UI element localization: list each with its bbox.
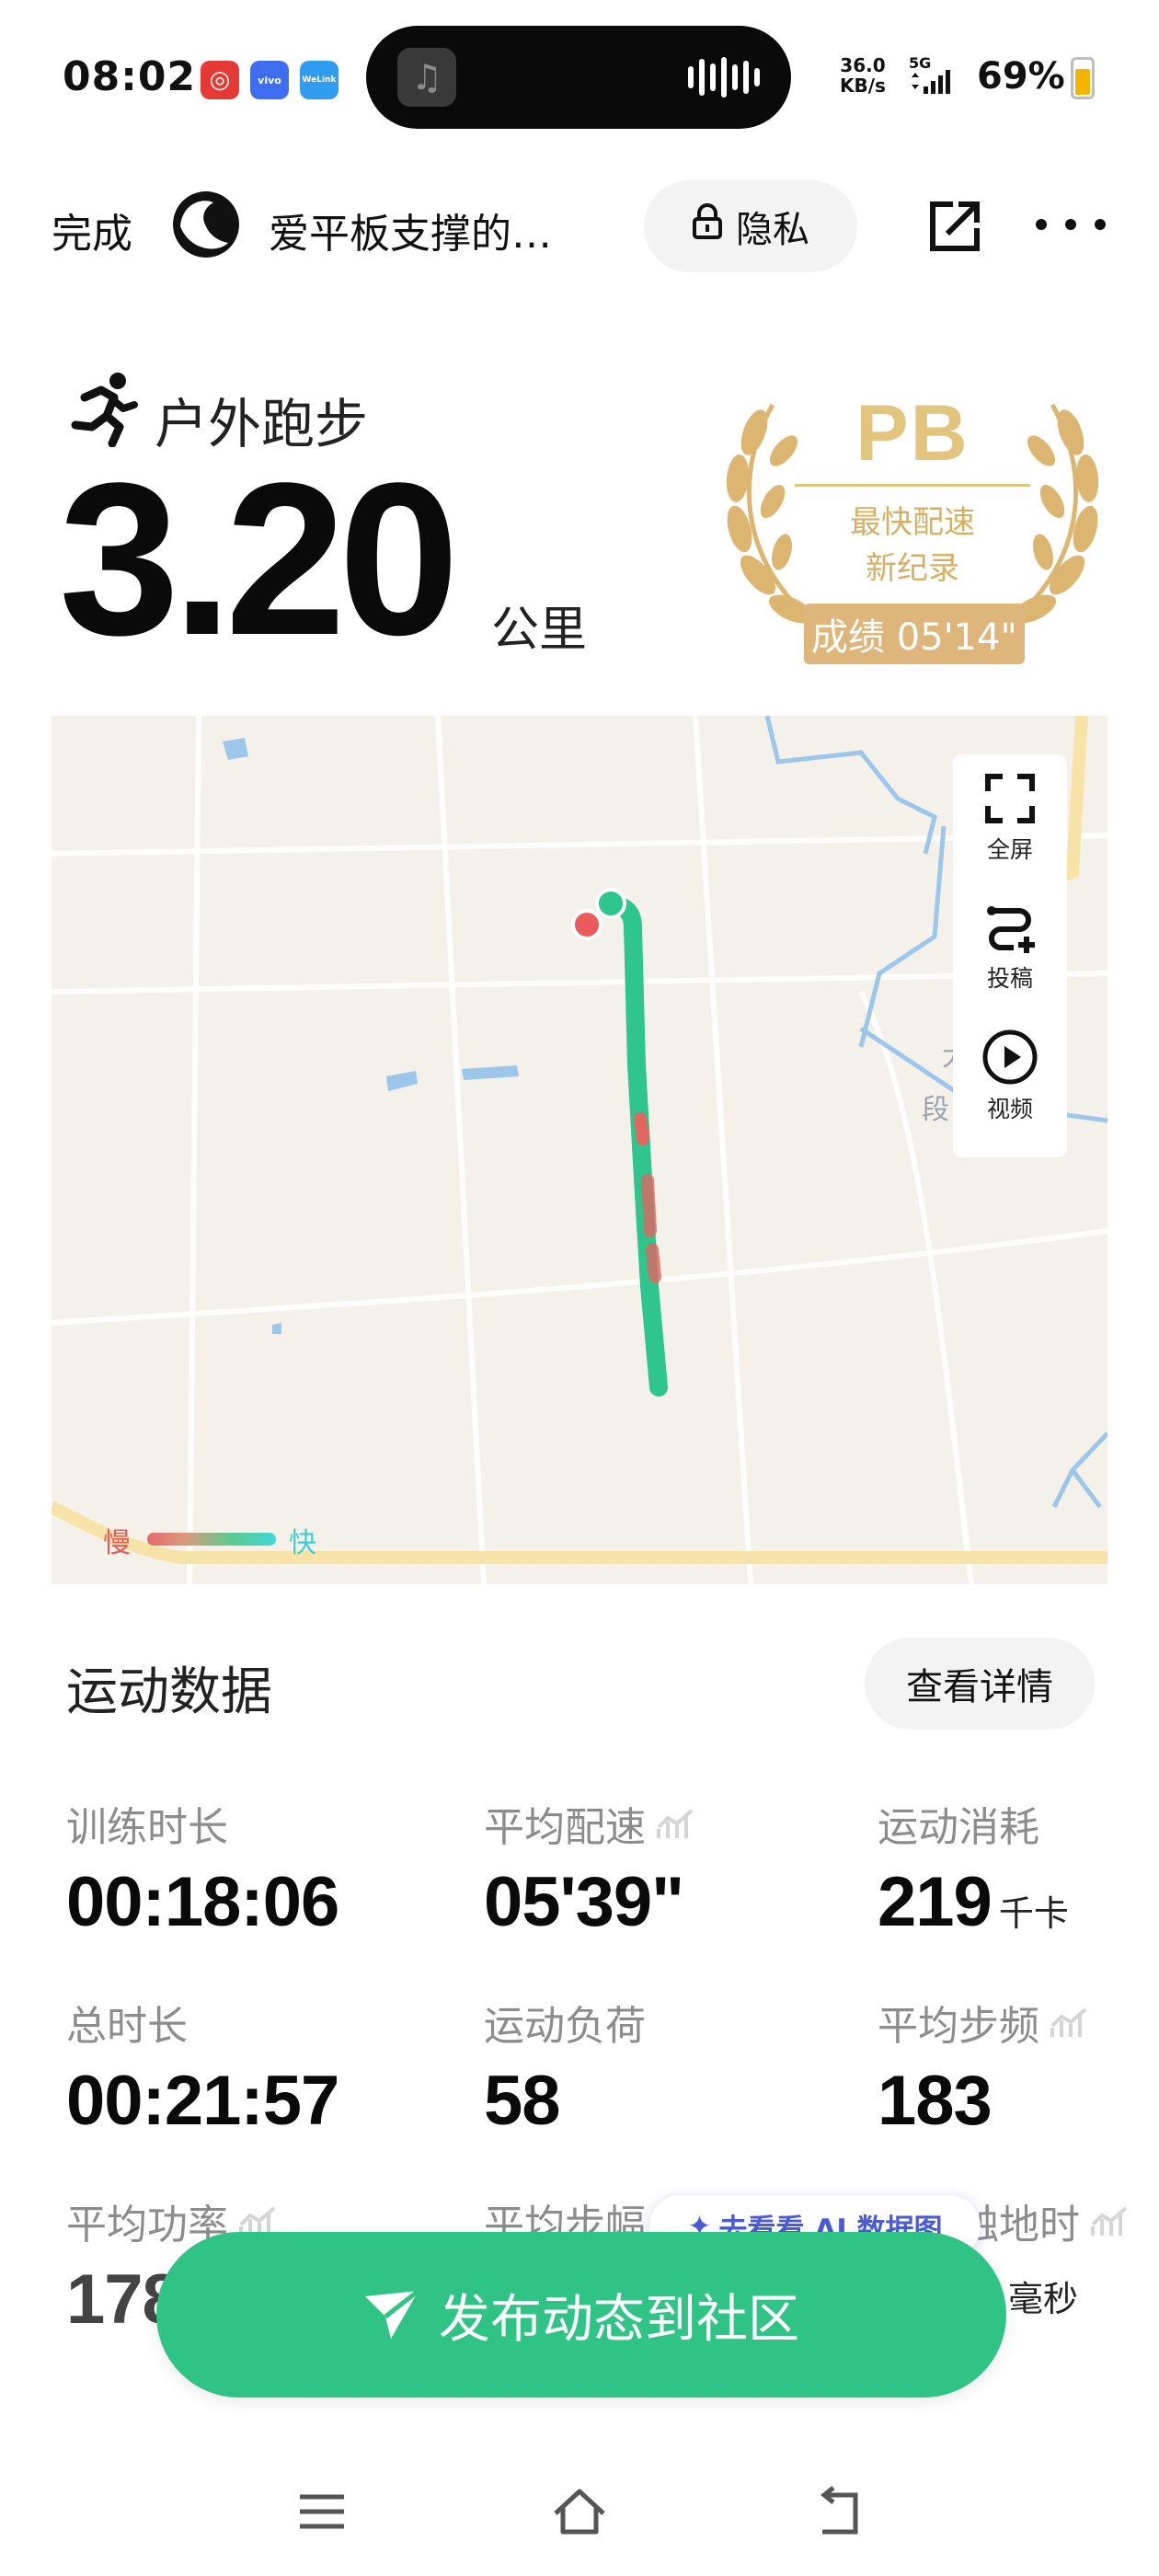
fullscreen-button[interactable]: 全屏 (953, 754, 1067, 881)
network-type-label: 5G (909, 54, 931, 72)
play-icon (982, 1029, 1038, 1085)
metric-value: 58 (484, 2062, 561, 2140)
system-nav-bar (0, 2466, 1159, 2558)
metric-label: 运动消耗 (878, 1804, 1039, 1851)
welink-icon: WeLink (300, 61, 339, 99)
route-submit-icon (987, 906, 1035, 953)
workout-result-screen: 08:02 ◎ vivo WeLink ♫ 36.0 KB/s 5G 69% 完… (0, 0, 1159, 2576)
battery-icon (1071, 57, 1095, 99)
vivo-app-icon: vivo (250, 61, 289, 99)
music-note-icon: ♫ (397, 48, 456, 107)
battery-fill (1075, 69, 1090, 95)
metric-value: 219 (878, 1863, 993, 1941)
route-slow-segment (634, 1112, 649, 1145)
submit-label: 投稿 (986, 965, 1033, 992)
trend-chart-icon (1091, 2206, 1128, 2236)
metric-label: 平均配速 (484, 1804, 646, 1851)
submit-route-button[interactable]: 投稿 (953, 883, 1067, 1010)
metric-unit: 千卡 (998, 1893, 1069, 1934)
more-options-icon[interactable] (1036, 195, 1106, 254)
fullscreen-icon (985, 774, 1035, 823)
running-icon (66, 370, 140, 448)
pb-title: PB (855, 389, 970, 477)
workout-distance: 3.20 (59, 438, 459, 681)
status-time: 08:02 (63, 53, 197, 100)
distance-unit: 公里 (491, 603, 588, 658)
signal-5g-icon: 5G (907, 53, 951, 98)
metric-cadence[interactable]: 平均步频 183 (878, 1993, 1089, 2141)
done-button[interactable]: 完成 (52, 201, 132, 259)
home-icon[interactable] (550, 2482, 609, 2541)
metric-training-duration[interactable]: 训练时长 00:18:06 (66, 1794, 339, 1942)
metric-value: 00:18:06 (66, 1863, 339, 1941)
network-speed-value: 36.0 (840, 54, 886, 76)
route-path (600, 894, 668, 1397)
publish-to-community-button[interactable]: 发布动态到社区 (156, 2232, 1006, 2398)
publish-label: 发布动态到社区 (439, 2289, 799, 2350)
map-canvas: 大 段 (52, 716, 1107, 1584)
back-icon[interactable] (809, 2482, 868, 2541)
network-speed-unit: KB/s (840, 75, 886, 97)
trend-chart-icon (1050, 2007, 1087, 2037)
route-slow-segment (641, 1174, 657, 1237)
pb-divider (795, 484, 1030, 487)
privacy-label: 隐私 (736, 209, 809, 251)
menu-icon[interactable] (293, 2482, 351, 2541)
pb-subtitle-1: 最快配速 (850, 504, 975, 541)
status-bar: 08:02 ◎ vivo WeLink ♫ 36.0 KB/s 5G 69% (0, 0, 1159, 156)
route-map[interactable]: 大 段 全屏 投稿 (52, 716, 1107, 1584)
metric-value: 05'39" (484, 1863, 684, 1941)
pb-subtitle-2: 新纪录 (866, 550, 959, 587)
share-icon[interactable] (925, 197, 984, 256)
section-title: 运动数据 (66, 1662, 272, 1722)
privacy-button[interactable]: 隐私 (644, 180, 857, 272)
pace-legend-slow: 慢 (103, 1527, 131, 1559)
battery-percentage: 69% (977, 55, 1065, 98)
title-bar: 完成 爱平板支撑的… 隐私 (0, 175, 1159, 276)
video-label: 视频 (986, 1096, 1033, 1122)
pb-score: 成绩 05'14" (804, 604, 1025, 664)
metric-label: 平均步频 (878, 2003, 1039, 2050)
route-slow-segment (646, 1243, 661, 1283)
metric-label: 训练时长 (66, 1804, 228, 1851)
metric-unit: 毫秒 (1008, 2279, 1079, 2319)
metric-label: 运动负荷 (484, 2003, 646, 2050)
fullscreen-label: 全屏 (986, 836, 1033, 863)
metric-average-pace[interactable]: 平均配速 05'39" (484, 1794, 695, 1942)
dynamic-island[interactable]: ♫ (366, 26, 791, 129)
metric-calories[interactable]: 运动消耗 219 千卡 (878, 1794, 1069, 1942)
metric-value: 183 (878, 2062, 993, 2140)
send-icon (365, 2289, 420, 2339)
lock-icon (692, 203, 723, 249)
pace-legend-bar (147, 1533, 276, 1546)
route-start-marker (595, 888, 626, 919)
username[interactable]: 爱平板支撑的… (269, 201, 591, 259)
metric-value: 00:21:57 (66, 2062, 339, 2140)
metric-label: 总时长 (66, 2003, 188, 2050)
map-toolbar: 全屏 投稿 视频 (953, 754, 1067, 1157)
video-button[interactable]: 视频 (953, 1012, 1067, 1139)
avatar[interactable] (171, 190, 241, 259)
map-place-fragment-2: 段 (922, 1094, 949, 1126)
audio-wave-icon (688, 57, 760, 98)
route-end-marker (571, 909, 602, 940)
network-speed: 36.0 KB/s (840, 55, 886, 96)
netease-music-icon: ◎ (201, 61, 239, 99)
pb-badge[interactable]: PB 最快配速 新纪录 成绩 05'14" (717, 377, 1107, 672)
pace-legend-fast: 快 (289, 1527, 316, 1559)
metric-total-duration[interactable]: 总时长 00:21:57 (66, 1993, 339, 2141)
view-details-button[interactable]: 查看详情 (865, 1638, 1095, 1730)
trend-chart-icon (657, 1809, 694, 1838)
metric-training-load[interactable]: 运动负荷 58 (484, 1993, 646, 2141)
